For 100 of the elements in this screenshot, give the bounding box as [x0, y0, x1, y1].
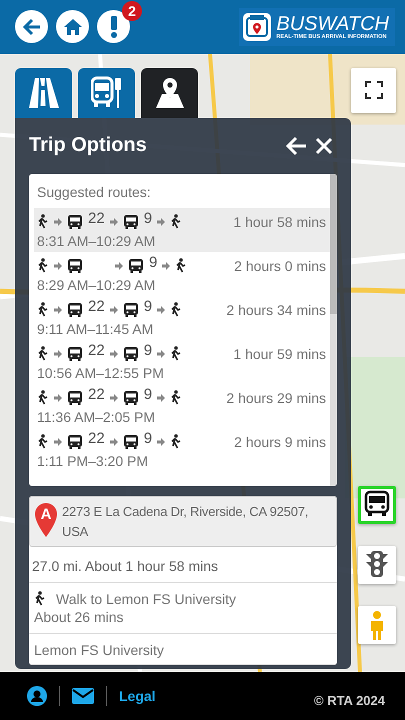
arrow-icon: [54, 350, 62, 358]
time-range: 10:56 AM–12:55 PM: [37, 364, 165, 382]
mail-button[interactable]: [72, 688, 94, 704]
arrow-icon: [157, 306, 166, 314]
bus-stop-icon: [90, 76, 122, 110]
walking-person-icon: [34, 591, 46, 606]
route-number: 9: [144, 298, 152, 316]
trip-summary: 27.0 mi. About 1 hour 58 mins: [29, 546, 337, 583]
walking-person-icon: [37, 258, 49, 274]
time-range: 1:11 PM–3:20 PM: [37, 452, 150, 470]
home-button[interactable]: [56, 10, 89, 44]
step-text: Walk to Lemon FS University: [56, 590, 236, 607]
arrow-icon: [54, 262, 62, 270]
walking-person-icon: [37, 346, 49, 362]
route-option[interactable]: 9 2 hours 0 mins 8:29 AM–10:29 AM: [34, 252, 330, 296]
close-icon: [315, 136, 333, 155]
bus-icon: [122, 346, 139, 362]
bus-icon: [122, 434, 139, 450]
road-icon: [28, 76, 60, 110]
arrow-icon: [110, 306, 118, 314]
route-number: 9: [149, 254, 158, 272]
walking-person-icon: [170, 214, 182, 230]
duration: 2 hours 9 mins: [234, 434, 326, 450]
bus-icon: [67, 346, 83, 362]
back-button[interactable]: [15, 10, 48, 44]
arrow-icon: [54, 306, 62, 314]
arrow-icon: [54, 394, 62, 402]
route-number: 9: [144, 210, 152, 228]
address: 2273 E La Cadena Dr, Riverside, CA 92507, USA: [62, 502, 310, 541]
route-number: 9: [144, 430, 152, 448]
arrow-icon: [110, 350, 118, 358]
alerts-button[interactable]: [97, 10, 130, 44]
bus-icon: [122, 302, 139, 318]
route-number: 9: [144, 342, 152, 360]
bus-icon: [122, 390, 139, 406]
transit-layer-button[interactable]: [358, 486, 396, 524]
walking-person-icon: [175, 258, 188, 274]
walking-person-icon: [170, 302, 182, 318]
step-text: Lemon FS University: [34, 642, 164, 658]
walking-person-icon: [37, 434, 49, 450]
account-button[interactable]: [27, 686, 47, 706]
traffic-light-icon: [364, 550, 390, 580]
route-option[interactable]: 22 9 2 hours 34 mins 9:11 AM–11:45 AM: [34, 296, 330, 340]
duration: 2 hours 0 mins: [234, 258, 326, 274]
map-pin-icon: [154, 76, 186, 110]
arrow-icon: [162, 262, 170, 270]
count-badge: 2: [122, 1, 142, 22]
walking-person-icon: [37, 214, 49, 230]
section-heading: Suggested routes:: [37, 184, 152, 200]
time-range: 8:31 AM–10:29 AM: [37, 232, 156, 250]
time-range: 8:29 AM–10:29 AM: [37, 276, 156, 294]
back-arrow-icon: [285, 136, 307, 156]
step-detail: About 26 mins: [34, 608, 124, 627]
fullscreen-icon: [364, 81, 382, 100]
walking-person-icon: [170, 390, 182, 406]
bus-icon: [122, 214, 139, 230]
person-icon: [27, 686, 47, 706]
copyright: © RTA 2024: [314, 693, 385, 708]
bus-icon: [67, 214, 83, 230]
fullscreen-button[interactable]: [351, 68, 396, 113]
home-icon: [62, 16, 82, 37]
mode-tab[interactable]: [141, 68, 198, 118]
route-number: 22: [88, 342, 105, 360]
bus-icon: [67, 302, 83, 318]
bus-icon: [67, 434, 83, 450]
marker-label: A: [40, 506, 52, 523]
bus-icon: [67, 258, 83, 274]
exclamation-icon: [110, 16, 118, 38]
arrow-icon: [157, 218, 166, 226]
panel-title: Trip Options: [29, 134, 148, 158]
route-number: 9: [144, 386, 152, 404]
back-arrow-icon: [22, 16, 42, 37]
arrow-icon: [115, 262, 123, 270]
bus-icon: [128, 258, 144, 274]
walking-person-icon: [170, 346, 182, 362]
arrow-icon: [157, 394, 166, 402]
traffic-layer-button[interactable]: [358, 546, 396, 584]
duration: 1 hour 59 mins: [233, 346, 326, 362]
route-number: 22: [88, 430, 105, 448]
arrow-icon: [157, 350, 166, 358]
route-option[interactable]: 22 9 2 hours 9 mins 1:11 PM–3:20 PM: [34, 428, 330, 472]
route-option[interactable]: 22 9 1 hour 58 mins 8:31 AM–10:29 AM: [34, 208, 330, 252]
route-number: 22: [88, 210, 105, 228]
duration: 2 hours 29 mins: [226, 390, 326, 406]
route-number: 22: [88, 298, 105, 316]
arrow-icon: [54, 218, 62, 226]
bus-stop-logo-icon: [242, 12, 272, 42]
walking-person-icon: [170, 434, 182, 450]
route-option[interactable]: 22 9 2 hours 29 mins 11:36 AM–2:05 PM: [34, 384, 330, 428]
duration: 2 hours 34 mins: [226, 302, 326, 318]
envelope-icon: [72, 688, 94, 704]
walking-person-icon: [37, 390, 49, 406]
time-range: 11:36 AM–2:05 PM: [37, 408, 156, 426]
route-option[interactable]: 22 9 1 hour 59 mins 10:56 AM–12:55 PM: [34, 340, 330, 384]
arrow-icon: [110, 218, 118, 226]
legal-link[interactable]: Legal: [119, 688, 156, 704]
arrow-icon: [157, 438, 166, 446]
walking-person-icon: [37, 302, 49, 318]
arrow-icon: [54, 438, 62, 446]
time-range: 9:11 AM–11:45 AM: [37, 320, 154, 338]
